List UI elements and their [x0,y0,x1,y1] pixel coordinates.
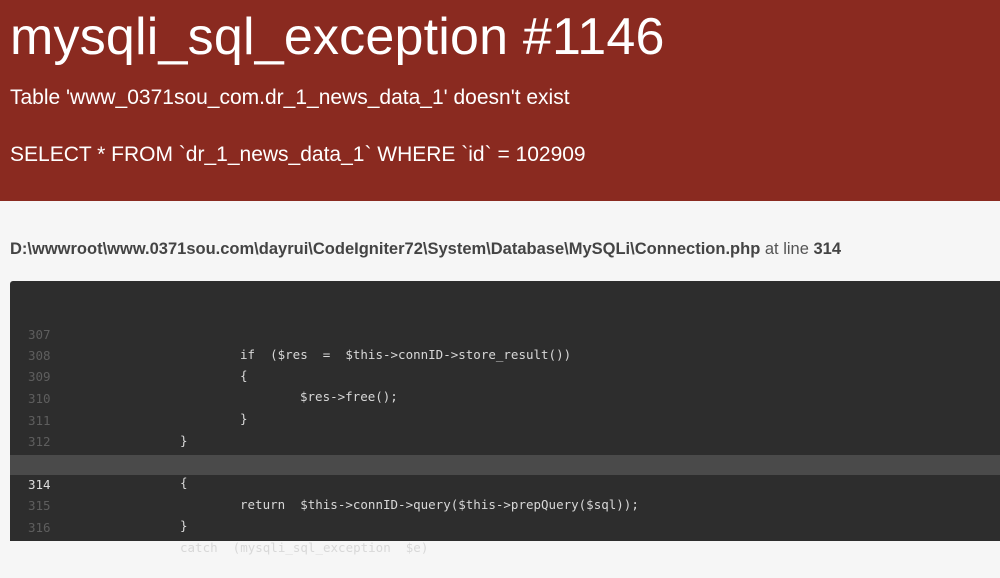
file-location: D:\wwwroot\www.0371sou.com\dayrui\CodeIg… [10,238,841,260]
code-line: 313 { [10,433,1000,490]
error-title: mysqli_sql_exception #1146 [10,8,665,66]
code-line-number: 316 [28,520,51,535]
error-header: mysqli_sql_exception #1146 Table 'www_03… [0,0,1000,201]
code-line: 310 } [10,369,1000,426]
code-line: 316 catch (mysqli_sql_exception $e) [10,498,1000,555]
code-line: 308 { [10,326,1000,383]
source-code-block: 307 if ($res = $this->connID->store_resu… [10,281,1000,555]
code-line: 315 } [10,476,1000,533]
code-line: 311 } [10,391,1000,448]
line-number: 314 [813,240,842,258]
code-line: 307 if ($res = $this->connID->store_resu… [10,305,1000,362]
code-line: 312 try [10,412,1000,469]
code-line-highlighted: 314 return $this->connID->query($this->p… [10,455,1000,512]
code-line-text: } [180,518,188,533]
file-path: D:\wwwroot\www.0371sou.com\dayrui\CodeIg… [10,240,761,258]
error-message: Table 'www_0371sou_com.dr_1_news_data_1'… [10,86,570,109]
code-line: 309 $res->free(); [10,347,1000,404]
code-line-text: catch (mysqli_sql_exception $e) [180,540,429,555]
error-sql-query: SELECT * FROM `dr_1_news_data_1` WHERE `… [10,143,586,166]
at-line-label: at line [760,240,814,258]
